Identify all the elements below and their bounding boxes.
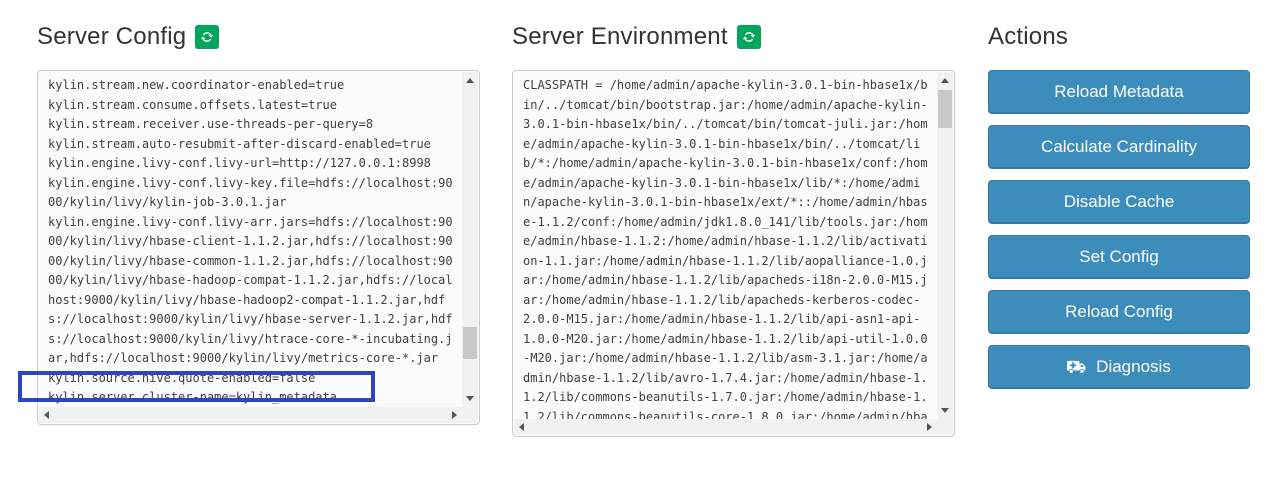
server-environment-title: Server Environment — [512, 20, 955, 54]
server-environment-panel: Server Environment CLASSPATH = /home/adm… — [512, 20, 955, 54]
scroll-up-icon[interactable] — [941, 78, 949, 83]
actions-title-text: Actions — [988, 23, 1068, 51]
reload-metadata-button[interactable]: Reload Metadata — [988, 70, 1250, 114]
actions-button-list: Reload Metadata Calculate Cardinality Di… — [988, 70, 1250, 389]
scroll-left-icon[interactable] — [44, 411, 49, 419]
scrollbar-corner — [462, 407, 478, 423]
button-label: Reload Metadata — [1054, 82, 1183, 102]
scroll-left-icon[interactable] — [519, 423, 524, 431]
button-label: Disable Cache — [1064, 192, 1175, 212]
config-horizontal-scrollbar[interactable] — [39, 407, 462, 423]
refresh-config-button[interactable] — [195, 25, 219, 49]
button-label: Calculate Cardinality — [1041, 137, 1197, 157]
server-environment-title-text: Server Environment — [512, 23, 728, 51]
scroll-right-icon[interactable] — [452, 411, 457, 419]
env-horizontal-scrollbar[interactable] — [514, 419, 937, 435]
refresh-icon — [200, 30, 214, 44]
actions-title: Actions — [988, 20, 1250, 54]
scroll-down-icon[interactable] — [941, 408, 949, 413]
actions-panel: Actions Reload Metadata Calculate Cardin… — [988, 20, 1250, 400]
button-label: Reload Config — [1065, 302, 1173, 322]
refresh-icon — [742, 30, 756, 44]
server-config-textarea[interactable]: kylin.stream.new.coordinator-enabled=tru… — [37, 70, 480, 425]
scroll-up-icon[interactable] — [466, 78, 474, 83]
server-environment-text: CLASSPATH = /home/admin/apache-kylin-3.0… — [513, 71, 937, 419]
server-config-panel: Server Config kylin.stream.new.coordinat… — [37, 20, 480, 54]
button-label: Diagnosis — [1096, 357, 1171, 377]
diagnosis-button[interactable]: Diagnosis — [988, 345, 1250, 389]
disable-cache-button[interactable]: Disable Cache — [988, 180, 1250, 224]
button-label: Set Config — [1079, 247, 1158, 267]
scroll-down-icon[interactable] — [466, 396, 474, 401]
scroll-right-icon[interactable] — [927, 423, 932, 431]
env-vertical-scrollbar[interactable] — [937, 72, 953, 419]
server-config-title-text: Server Config — [37, 23, 186, 51]
ambulance-icon — [1067, 359, 1088, 375]
server-environment-textarea[interactable]: CLASSPATH = /home/admin/apache-kylin-3.0… — [512, 70, 955, 437]
set-config-button[interactable]: Set Config — [988, 235, 1250, 279]
scrollbar-corner — [937, 419, 953, 435]
server-config-title: Server Config — [37, 20, 480, 54]
refresh-environment-button[interactable] — [737, 25, 761, 49]
config-vertical-scrollbar[interactable] — [462, 72, 478, 407]
env-vscroll-thumb[interactable] — [938, 90, 952, 128]
calculate-cardinality-button[interactable]: Calculate Cardinality — [988, 125, 1250, 169]
server-config-text: kylin.stream.new.coordinator-enabled=tru… — [38, 71, 462, 407]
reload-config-button[interactable]: Reload Config — [988, 290, 1250, 334]
config-vscroll-thumb[interactable] — [463, 327, 477, 359]
